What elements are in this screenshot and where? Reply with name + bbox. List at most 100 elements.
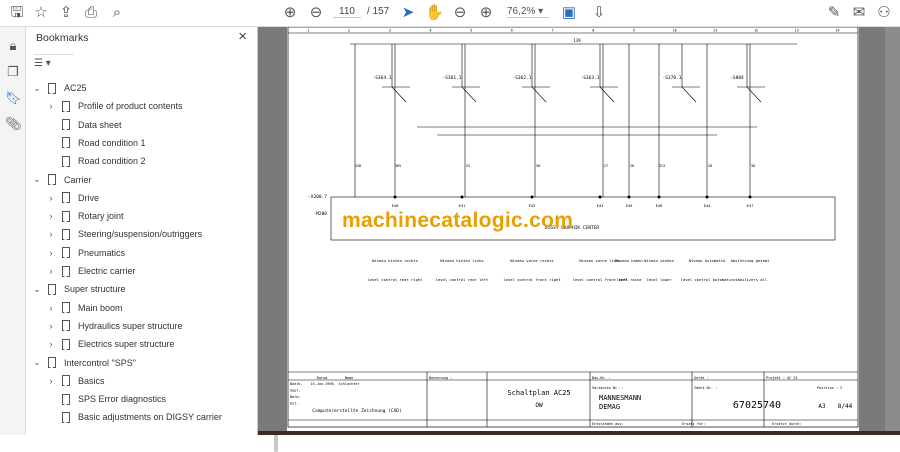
bookmark-item[interactable]: Road condition 2	[46, 152, 146, 170]
print-icon[interactable]: ⎙	[82, 4, 100, 22]
upload-cloud-icon[interactable]: ⇪	[57, 4, 75, 22]
chevron-right-icon[interactable]: ›	[46, 321, 56, 331]
bookmark-item[interactable]: › Basics	[46, 372, 105, 390]
bookmark-item[interactable]: › Main boom	[46, 299, 123, 317]
bookmark-item[interactable]: ⌄ AC25	[32, 79, 87, 97]
bookmark-item[interactable]: › Electric carrier	[46, 262, 136, 280]
save-icon[interactable]: 🖫	[8, 4, 26, 22]
page-navigator: 110 / 157	[333, 6, 389, 18]
pdf-page: 1 2 3 4 5 6 7 8 9 10 11 12 13 14 139 -S364.1 -S361.1 -S36…	[287, 26, 859, 435]
schematic-line	[393, 195, 397, 199]
schematic-label: -S804	[730, 75, 744, 81]
schematic-label: Ident-Nr. :	[694, 386, 717, 390]
schematic-label: 38	[536, 164, 540, 168]
bookmark-icon	[62, 393, 70, 405]
pages-icon[interactable]: ❐	[5, 64, 21, 80]
document-area: 1 2 3 4 5 6 7 8 9 10 11 12 13 14 139 -S364.1 -S361.1 -S36…	[258, 26, 900, 435]
schematic-line	[599, 86, 615, 103]
account-icon[interactable]: ⚇	[875, 4, 893, 22]
document-scrollbar[interactable]	[885, 27, 900, 435]
chevron-right-icon[interactable]: ›	[46, 248, 56, 258]
bookmarks-icon[interactable]: 🔖︎	[5, 90, 22, 106]
bookmark-item[interactable]: SPS Error diagnostics	[46, 390, 166, 408]
bookmark-icon	[62, 210, 70, 222]
chevron-right-icon[interactable]: ›	[46, 266, 56, 276]
schematic-label: Projekt : AC 25	[766, 376, 798, 380]
schematic-line	[627, 195, 631, 199]
chevron-right-icon[interactable]: ›	[46, 339, 56, 349]
bookmark-label: Electric carrier	[78, 266, 136, 276]
select-cursor-icon[interactable]: ➤	[399, 4, 417, 22]
schematic-label: -S362.1	[513, 75, 532, 81]
chevron-right-icon[interactable]: ›	[46, 193, 56, 203]
chevron-down-icon[interactable]: ⌄	[32, 83, 42, 94]
bookmark-item[interactable]: › Profile of product contents	[46, 97, 183, 115]
page-fit-icon[interactable]: ▣	[560, 4, 578, 22]
search-icon[interactable]: ⌕	[108, 4, 126, 22]
attachments-icon[interactable]: 📎︎	[5, 116, 22, 132]
zoom-select[interactable]: 76,2% ▾	[507, 6, 549, 18]
schematic-line	[460, 195, 464, 199]
bookmark-icon	[62, 411, 70, 423]
bookmark-icon	[62, 228, 70, 240]
schematic-label: 10	[673, 29, 677, 33]
lock-icon[interactable]: 🔒︎	[5, 38, 21, 54]
schematic-label: stabilizers all	[733, 277, 767, 282]
chevron-right-icon[interactable]: ›	[46, 101, 56, 111]
chevron-right-icon[interactable]: ›	[46, 376, 56, 386]
schematic-label: Gepr.	[290, 389, 301, 393]
bookmark-item[interactable]: ⌄ Super structure	[32, 280, 126, 298]
bookmark-item[interactable]: › Drive	[46, 189, 99, 207]
schematic-label: 13	[795, 29, 799, 33]
bookmark-label: Basic adjustments on DIGSY carrier	[78, 412, 222, 423]
zoom-in-icon[interactable]: ⊕	[477, 4, 495, 22]
bookmark-icon	[62, 302, 70, 314]
close-icon[interactable]: ×	[238, 28, 247, 45]
schematic-label: 4	[429, 29, 431, 33]
bookmark-icon	[62, 265, 70, 277]
zoom-out-icon[interactable]: ⊖	[451, 4, 469, 22]
schematic-label: 6	[511, 29, 513, 33]
bookmark-options-button[interactable]: ☰ ▾	[34, 54, 74, 71]
bookmark-icon	[48, 283, 56, 295]
bookmark-item[interactable]: › Pneumatics	[46, 244, 125, 262]
bookmark-item[interactable]: › Rotary joint	[46, 207, 124, 225]
bookmark-item[interactable]: › Steering/suspension/outriggers	[46, 225, 202, 243]
left-tool-rail: 🔒︎ ❐ 🔖︎ 📎︎	[0, 27, 26, 435]
chevron-down-icon[interactable]: ⌄	[32, 357, 42, 368]
schematic-label: 28	[630, 164, 634, 168]
bookmark-item[interactable]: ⌄ Intercontrol "SPS"	[32, 354, 136, 372]
bookmark-item[interactable]: Basic adjustments on DIGSY carrier	[46, 408, 222, 426]
bookmark-icon	[62, 320, 70, 332]
bookmark-item[interactable]: ⌄ Carrier	[32, 171, 92, 189]
bookmarks-title: Bookmarks	[36, 32, 89, 44]
bookmark-item[interactable]: Road condition 1	[46, 134, 146, 152]
bookmark-label: Drive	[78, 192, 100, 203]
bookmark-icon	[62, 247, 70, 259]
chevron-down-icon[interactable]: ⌄	[32, 284, 42, 295]
chevron-right-icon[interactable]: ›	[46, 303, 56, 313]
chevron-down-icon[interactable]: ⌄	[32, 174, 42, 185]
bookmark-item[interactable]: › Hydraulics super structure	[46, 317, 183, 335]
schematic-label: 5	[470, 29, 472, 33]
bookmark-star-icon[interactable]: ☆	[32, 4, 50, 22]
schematic-label: Name	[345, 376, 353, 380]
page-number-input[interactable]: 110	[333, 6, 361, 18]
schematic-label: 27	[604, 164, 608, 168]
chevron-right-icon[interactable]: ›	[46, 229, 56, 239]
previous-page-icon[interactable]: ⊕	[281, 4, 299, 22]
schematic-label: Bearb.	[290, 382, 303, 386]
schematic-label: 338	[355, 164, 361, 168]
bookmark-item[interactable]: › Electrics super structure	[46, 335, 175, 353]
chevron-right-icon[interactable]: ›	[46, 211, 56, 221]
next-page-icon[interactable]: ⊖	[307, 4, 325, 22]
schematic-label: level control rear left	[436, 277, 489, 282]
scroll-mode-icon[interactable]: ⇩	[590, 4, 608, 22]
bookmark-item[interactable]: Data sheet	[46, 116, 122, 134]
hand-tool-icon[interactable]: ✋	[425, 4, 444, 22]
email-icon[interactable]: ✉	[850, 4, 868, 22]
sign-icon[interactable]: ✎	[825, 4, 843, 22]
bookmark-icon	[62, 100, 70, 112]
schematic-label: Benennung :	[429, 376, 452, 380]
schematic-label: Schaltplan AC25	[507, 389, 570, 397]
